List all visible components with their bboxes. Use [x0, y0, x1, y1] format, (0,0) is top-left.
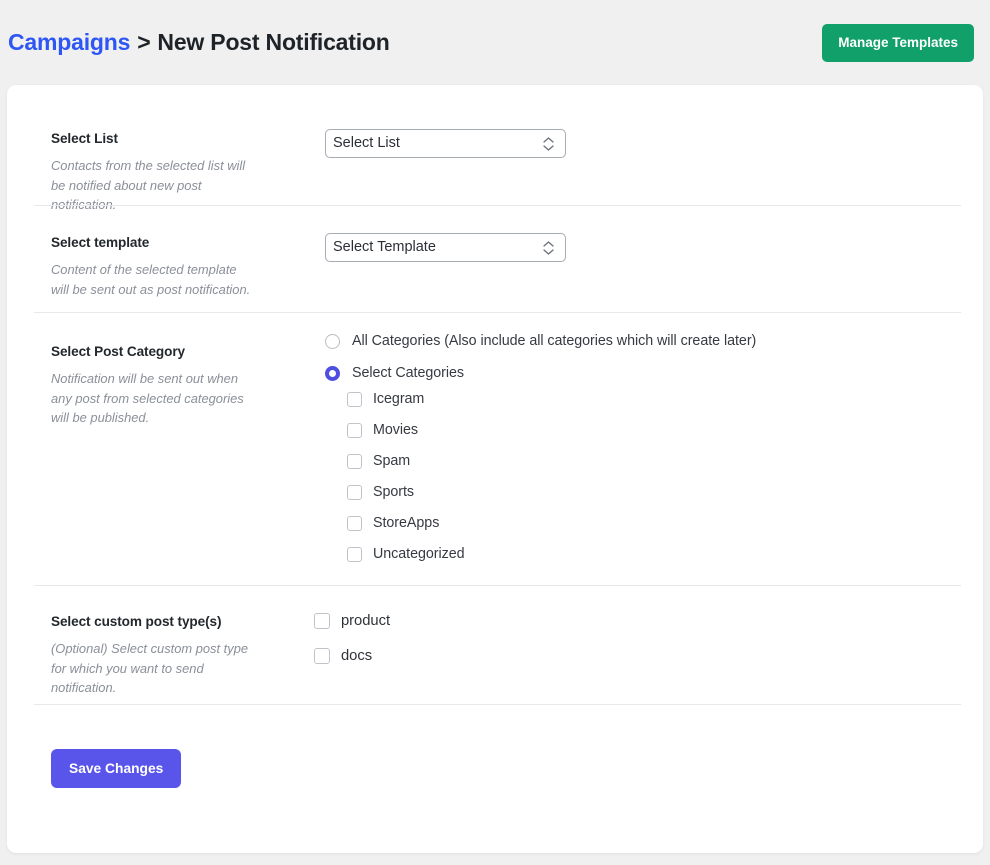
checkbox-category-label: Uncategorized: [373, 546, 465, 562]
checkbox-category-sports[interactable]: Sports: [347, 484, 963, 500]
select-list-wrapper: Select List: [325, 129, 566, 158]
checkbox-category-storeapps[interactable]: StoreApps: [347, 515, 963, 531]
checkbox-unchecked-icon: [347, 546, 362, 562]
checkbox-unchecked-icon: [347, 422, 362, 438]
section-post-category-info: Select Post Category Notification will b…: [7, 312, 277, 428]
section-select-list-title: Select List: [51, 131, 118, 146]
page-title: New Post Notification: [157, 29, 390, 55]
checkbox-category-label: Spam: [373, 453, 411, 469]
section-custom-post-types-title: Select custom post type(s): [51, 614, 222, 629]
checkbox-unchecked-icon: [347, 484, 362, 500]
category-checkbox-list: Icegram Movies Spam Sports StoreApps Unc…: [325, 391, 963, 562]
breadcrumb: Campaigns > New Post Notification: [7, 29, 390, 56]
section-custom-post-types-control: product docs: [277, 585, 963, 683]
radio-all-categories[interactable]: All Categories (Also include all categor…: [325, 333, 963, 349]
checkbox-unchecked-icon: [314, 648, 330, 664]
checkbox-category-icegram[interactable]: Icegram: [347, 391, 963, 407]
checkbox-category-label: StoreApps: [373, 515, 440, 531]
checkbox-category-label: Movies: [373, 422, 418, 438]
checkbox-post-type-label: docs: [341, 648, 373, 664]
section-custom-post-types: Select custom post type(s) (Optional) Se…: [7, 585, 983, 704]
checkbox-category-movies[interactable]: Movies: [347, 422, 963, 438]
manage-templates-button[interactable]: Manage Templates: [822, 23, 974, 62]
section-post-category-title: Select Post Category: [51, 344, 185, 359]
checkbox-post-type-label: product: [341, 613, 391, 629]
section-select-list-info: Select List Contacts from the selected l…: [7, 85, 277, 215]
section-select-list-control: Select List: [277, 85, 963, 158]
page-header: Campaigns > New Post Notification Manage…: [0, 0, 990, 85]
section-post-category-control: All Categories (Also include all categor…: [277, 312, 963, 562]
select-list-dropdown[interactable]: Select List: [325, 129, 566, 158]
section-post-category-description: Notification will be sent out when any p…: [51, 371, 244, 426]
section-select-template: Select template Content of the selected …: [7, 205, 983, 312]
radio-checked-icon: [325, 365, 340, 381]
section-select-template-control: Select Template: [277, 205, 963, 262]
section-select-list: Select List Contacts from the selected l…: [7, 85, 983, 212]
checkbox-unchecked-icon: [347, 391, 362, 407]
section-custom-post-types-info: Select custom post type(s) (Optional) Se…: [7, 585, 277, 698]
card-footer: Save Changes: [7, 704, 983, 838]
breadcrumb-separator: >: [137, 29, 151, 55]
select-template-dropdown[interactable]: Select Template: [325, 233, 566, 262]
checkbox-unchecked-icon: [347, 515, 362, 531]
checkbox-category-label: Icegram: [373, 391, 425, 407]
radio-select-categories[interactable]: Select Categories: [325, 365, 963, 381]
checkbox-unchecked-icon: [314, 613, 330, 629]
checkbox-post-type-product[interactable]: product: [314, 613, 963, 629]
radio-all-categories-label: All Categories (Also include all categor…: [352, 333, 757, 349]
save-changes-button[interactable]: Save Changes: [51, 749, 182, 788]
checkbox-category-spam[interactable]: Spam: [347, 453, 963, 469]
section-select-template-title: Select template: [51, 235, 150, 250]
checkbox-category-uncategorized[interactable]: Uncategorized: [347, 546, 963, 562]
radio-select-categories-label: Select Categories: [352, 365, 464, 381]
checkbox-post-type-docs[interactable]: docs: [314, 648, 963, 664]
settings-card: Select List Contacts from the selected l…: [7, 85, 983, 853]
section-select-template-info: Select template Content of the selected …: [7, 205, 277, 299]
section-custom-post-types-description: (Optional) Select custom post type for w…: [51, 641, 249, 696]
checkbox-category-label: Sports: [373, 484, 415, 500]
select-template-wrapper: Select Template: [325, 233, 566, 262]
checkbox-unchecked-icon: [347, 453, 362, 469]
breadcrumb-link-campaigns[interactable]: Campaigns: [8, 29, 130, 56]
radio-unchecked-icon: [325, 333, 340, 349]
section-post-category: Select Post Category Notification will b…: [7, 312, 983, 585]
section-select-template-description: Content of the selected template will be…: [51, 262, 251, 297]
